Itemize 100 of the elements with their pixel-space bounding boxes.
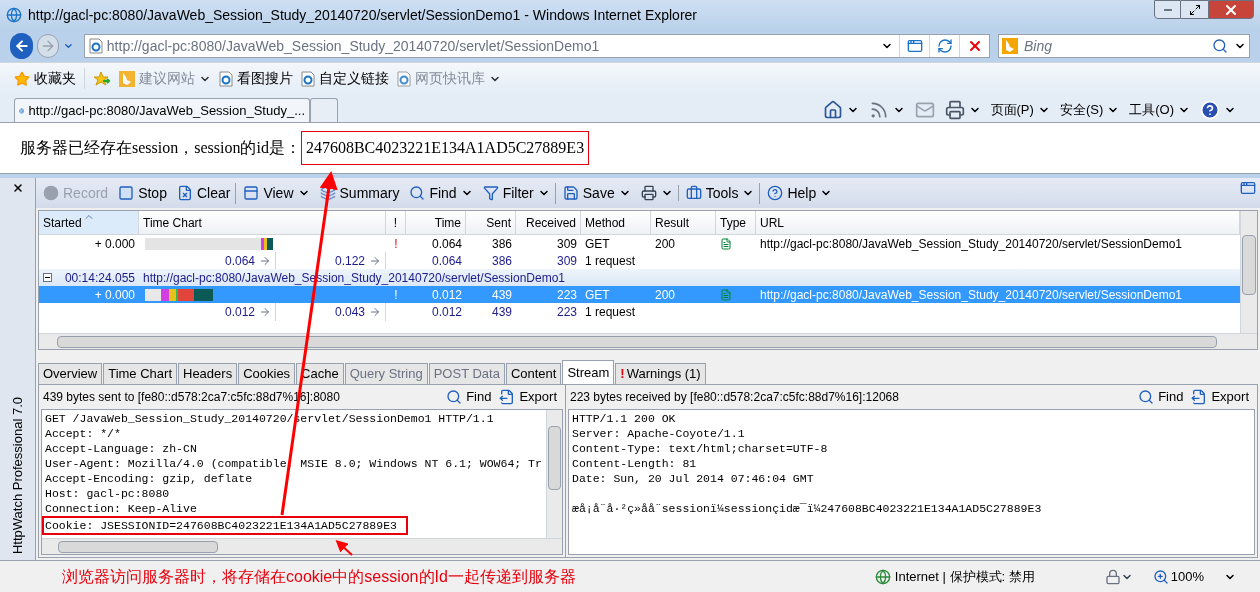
annotation-arrow [335,539,353,556]
maximize-icon [1188,3,1201,16]
stream-line: Host: gacl-pc:8080 [45,486,171,501]
stream-line: Server: Apache-Coyote/1.1 [572,426,746,441]
toolbar-button[interactable]: Find [404,182,478,204]
detail-tab[interactable]: Cookies [238,363,296,384]
command-button[interactable] [1200,100,1236,120]
command-button[interactable]: 安全(S) [1059,100,1120,120]
zoom-icon [1152,568,1169,585]
column-header[interactable]: ! [386,211,406,234]
export-button[interactable]: Export [495,387,561,407]
toolbar-button[interactable]: Stop [113,182,172,204]
table-cell-text: 0.064 [430,253,463,270]
stream-line: Connection: Keep-Alive [45,501,198,516]
table-cell-text: 200 [654,286,677,304]
column-header[interactable]: Type [716,211,756,234]
table-cell-text: 1 request [584,253,637,270]
vertical-scrollbar[interactable] [546,410,562,538]
column-header[interactable]: Started [39,211,139,234]
maximize-button[interactable] [1181,0,1208,19]
mail-icon [914,100,935,120]
arrow-icon [259,255,271,267]
back-button[interactable] [10,33,34,59]
address-field[interactable]: http://gacl-pc:8080/JavaWeb_Session_Study_20140720/servlet/SessionDemo1 [83,34,990,58]
stream-line: Content-Type: text/html;charset=UTF-8 [572,441,829,456]
security-zone: Internet | 保护模式: 禁用 [874,566,1035,587]
table-cell-text: 223 [555,304,578,321]
search-input[interactable]: Bing [1024,35,1206,57]
detail-tab[interactable]: Content [505,363,562,384]
find-button[interactable]: Find [442,387,496,407]
window-icon [906,38,923,54]
toolbar-button[interactable]: Summary [314,182,405,204]
toolbar-button[interactable]: Tools [680,182,761,204]
column-header[interactable]: Sent [466,211,516,234]
favorites-item[interactable]: 自定义链接 [301,68,389,89]
printer-icon [944,100,965,120]
table-cell-text: 386 [490,235,513,253]
security-button[interactable] [1104,568,1133,585]
annotation-text: 浏览器访问服务器时，将存储在cookie中的session的Id一起传递到服务器 [62,566,576,587]
column-header[interactable]: Result [651,211,716,234]
toolbar-button[interactable]: View [238,182,315,204]
elapsed-time: 0.043 [334,304,365,321]
export-button[interactable]: Export [1187,387,1253,407]
arrow-icon [369,306,381,318]
find-button[interactable]: Find [1134,387,1188,407]
stream-line: æå¡å¨å·²ç»åå¨sessionï¼sessionçidæ¯ï¼247608BC4023221E134A1AD5C27889E3 [572,501,1043,516]
help-icon [1200,100,1220,120]
printer-icon [640,185,657,201]
search-icon [1138,389,1155,405]
toolbar-button[interactable]: Save [557,182,636,204]
minimize-button[interactable] [1154,0,1181,19]
column-header[interactable]: Method [581,211,651,234]
command-button[interactable] [822,100,859,120]
document-icon [720,237,732,250]
stream-line: Accept-Encoding: gzip, deflate [45,471,254,486]
arrow-icon [369,255,381,267]
close-button[interactable] [11,182,24,194]
horizontal-scrollbar[interactable] [42,538,562,554]
add-favorite-button[interactable] [93,70,111,87]
table-cell-text: 0.012 [430,286,463,304]
column-header[interactable]: Received [516,211,581,234]
document-e-icon [397,70,411,87]
window-icon [243,185,260,201]
toolbar-button[interactable]: Help [762,182,838,204]
stream-line: Accept: */* [45,426,122,441]
search-icon[interactable] [1212,38,1228,54]
browser-tab[interactable]: http://gacl-pc:8080/JavaWeb_Session_Study_... [14,98,310,122]
table-cell-text: 1 request [584,304,637,321]
command-button[interactable]: 页面(P) [990,100,1050,120]
detail-tab[interactable]: Overview [38,363,103,384]
document-e-icon [88,38,103,54]
export-icon [1191,389,1208,405]
stream-info: 223 bytes received by [fe80::d578:2ca7:c5fc:88d7%16]:12068 [570,389,900,406]
table-cell-text: 386 [490,253,513,270]
column-header[interactable]: Time [406,211,466,234]
time-chart-bar [145,288,213,301]
search-field[interactable]: Bing [998,34,1250,58]
toolbar-button[interactable]: Clear [171,182,237,204]
stream-line: Date: Sun, 20 Jul 2014 07:46:04 GMT [572,471,815,486]
favorites-item[interactable]: 收藏夹 [14,68,85,89]
zoom-button[interactable]: 100% [1152,566,1236,587]
command-button[interactable]: 工具(O) [1129,100,1190,120]
detail-tab[interactable]: !Warnings (1) [615,363,706,384]
column-header[interactable]: Time Chart [139,211,386,234]
window-icon[interactable] [1240,180,1256,196]
detail-tab[interactable]: Time Chart [103,363,177,384]
table-cell-text: 309 [555,253,578,270]
toolbar-button[interactable]: Filter [477,182,556,204]
table-cell-text: 439 [490,304,513,321]
document-icon [720,288,732,301]
collapse-toggle[interactable] [43,273,52,282]
command-button[interactable] [944,100,981,120]
vertical-scrollbar[interactable] [1240,211,1257,333]
b-logo-icon [1002,38,1018,54]
panel-title: HttpWatch Professional 7.0 [8,396,26,554]
favorites-item[interactable]: 看图搜片 [219,68,293,89]
detail-tab[interactable]: Headers [178,363,238,384]
detail-tab[interactable]: Stream [562,360,615,384]
horizontal-scrollbar[interactable] [39,333,1257,349]
star-icon [14,70,30,87]
